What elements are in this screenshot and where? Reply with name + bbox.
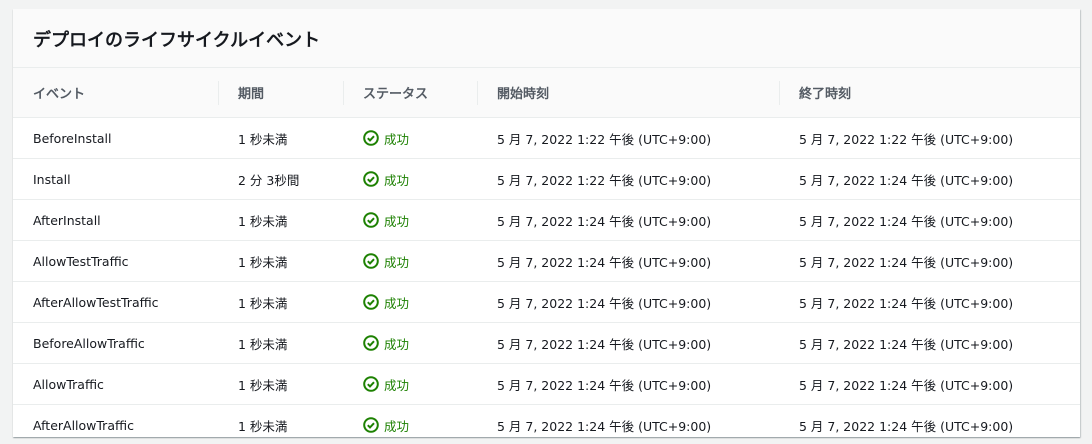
- column-header-duration[interactable]: 期間: [218, 68, 343, 118]
- event-duration: 1 秒未満: [218, 117, 343, 159]
- event-name: AfterInstall: [13, 199, 218, 241]
- start-time: 5 月 7, 2022 1:24 午後 (UTC+9:00): [477, 322, 779, 364]
- lifecycle-events-panel: デプロイのライフサイクルイベント イベント 期間 ステータス 開始時刻 終了時刻 Bef…: [13, 9, 1080, 437]
- status-text: 成功: [384, 131, 410, 147]
- status-text: 成功: [384, 172, 410, 188]
- status-badge: 成功: [363, 375, 477, 394]
- event-duration: 1 秒未満: [218, 199, 343, 241]
- event-name: AfterAllowTestTraffic: [13, 281, 218, 323]
- column-header-end-time[interactable]: 終了時刻: [779, 68, 1080, 118]
- column-header-label: 終了時刻: [799, 87, 852, 102]
- table-row: AfterInstall 1 秒未満 成功 5 月 7, 2022 1:24 午後 (…: [13, 199, 1080, 241]
- event-duration: 1 秒未満: [218, 281, 343, 323]
- events-table: イベント 期間 ステータス 開始時刻 終了時刻 BeforeInstall 1 秒未満 成功…: [13, 68, 1080, 437]
- column-divider[interactable]: [218, 81, 219, 105]
- column-header-label: イベント: [33, 87, 86, 102]
- status-text: 成功: [384, 377, 410, 393]
- status-cell: 成功: [343, 281, 477, 323]
- end-time: 5 月 7, 2022 1:24 午後 (UTC+9:00): [779, 363, 1080, 405]
- table-row: AllowTestTraffic 1 秒未満 成功 5 月 7, 2022 1:24 …: [13, 240, 1080, 282]
- start-time: 5 月 7, 2022 1:24 午後 (UTC+9:00): [477, 363, 779, 405]
- success-check-icon: [363, 171, 379, 187]
- status-text: 成功: [384, 213, 410, 229]
- start-time: 5 月 7, 2022 1:22 午後 (UTC+9:00): [477, 117, 779, 159]
- status-badge: 成功: [363, 129, 477, 148]
- status-cell: 成功: [343, 117, 477, 159]
- end-time: 5 月 7, 2022 1:24 午後 (UTC+9:00): [779, 240, 1080, 282]
- status-badge: 成功: [363, 334, 477, 353]
- event-duration: 1 秒未満: [238, 418, 288, 434]
- status-cell: 成功: [343, 363, 477, 405]
- panel-title: デプロイのライフサイクルイベント: [33, 30, 321, 51]
- start-time: 5 月 7, 2022 1:24 午後 (UTC+9:00): [477, 281, 779, 323]
- event-name: AllowTestTraffic: [13, 240, 218, 282]
- end-time: 5 月 7, 2022 1:24 午後 (UTC+9:00): [779, 158, 1080, 200]
- column-divider[interactable]: [477, 81, 478, 105]
- status-text: 成功: [384, 254, 410, 270]
- success-check-icon: [363, 294, 379, 310]
- end-time: 5 月 7, 2022 1:24 午後 (UTC+9:00): [779, 322, 1080, 364]
- column-header-start-time[interactable]: 開始時刻: [477, 68, 779, 118]
- status-badge: 成功: [363, 252, 477, 271]
- status-cell: 成功: [343, 199, 477, 241]
- start-time: 5 月 7, 2022 1:22 午後 (UTC+9:00): [477, 158, 779, 200]
- event-duration: 2 分 3秒間: [218, 158, 343, 200]
- event-name: AfterAllowTraffic: [33, 417, 134, 433]
- event-duration: 1 秒未満: [218, 240, 343, 282]
- status-cell: 成功: [343, 158, 477, 200]
- start-time: 5 月 7, 2022 1:24 午後 (UTC+9:00): [477, 199, 779, 241]
- success-check-icon: [363, 417, 379, 433]
- event-name: AllowTraffic: [13, 363, 218, 405]
- status-text: 成功: [384, 295, 410, 311]
- status-cell: 成功: [343, 405, 477, 438]
- table-row: AfterAllowTestTraffic 1 秒未満 成功 5 月 7, 2022 …: [13, 281, 1080, 323]
- table-row: AllowTraffic 1 秒未満 成功 5 月 7, 2022 1:24 午後 (…: [13, 363, 1080, 405]
- success-check-icon: [363, 212, 379, 228]
- success-check-icon: [363, 335, 379, 351]
- success-check-icon: [363, 253, 379, 269]
- table-row: AfterAllowTraffic 1 秒未満 成功 5 月 7, 2022 1:24…: [13, 405, 1080, 438]
- column-header-label: 開始時刻: [497, 87, 550, 102]
- table-row: BeforeAllowTraffic 1 秒未満 成功 5 月 7, 2022 1:2…: [13, 322, 1080, 364]
- event-name: Install: [13, 158, 218, 200]
- status-badge: 成功: [363, 416, 477, 435]
- status-badge: 成功: [363, 211, 477, 230]
- start-time: 5 月 7, 2022 1:24 午後 (UTC+9:00): [477, 240, 779, 282]
- column-divider[interactable]: [779, 81, 780, 105]
- column-header-event[interactable]: イベント: [13, 68, 218, 118]
- column-divider[interactable]: [343, 81, 344, 105]
- status-badge: 成功: [363, 293, 477, 312]
- status-badge: 成功: [363, 170, 477, 189]
- end-time: 5 月 7, 2022 1:24 午後 (UTC+9:00): [799, 418, 1014, 434]
- start-time: 5 月 7, 2022 1:24 午後 (UTC+9:00): [497, 418, 712, 434]
- column-header-label: ステータス: [363, 87, 429, 102]
- end-time: 5 月 7, 2022 1:24 午後 (UTC+9:00): [779, 199, 1080, 241]
- column-header-label: 期間: [238, 87, 265, 102]
- event-duration: 1 秒未満: [218, 363, 343, 405]
- panel-header: デプロイのライフサイクルイベント: [13, 9, 1080, 68]
- table-row: BeforeInstall 1 秒未満 成功 5 月 7, 2022 1:22 午後 …: [13, 117, 1080, 159]
- status-cell: 成功: [343, 322, 477, 364]
- end-time: 5 月 7, 2022 1:22 午後 (UTC+9:00): [779, 117, 1080, 159]
- table-row: Install 2 分 3秒間 成功 5 月 7, 2022 1:22 午後 (UTC…: [13, 158, 1080, 200]
- column-header-status[interactable]: ステータス: [343, 68, 477, 118]
- event-name: BeforeAllowTraffic: [13, 322, 218, 364]
- status-text: 成功: [384, 418, 410, 434]
- status-cell: 成功: [343, 240, 477, 282]
- success-check-icon: [363, 130, 379, 146]
- status-text: 成功: [384, 336, 410, 352]
- event-duration: 1 秒未満: [218, 322, 343, 364]
- end-time: 5 月 7, 2022 1:24 午後 (UTC+9:00): [779, 281, 1080, 323]
- event-name: BeforeInstall: [13, 117, 218, 159]
- success-check-icon: [363, 376, 379, 392]
